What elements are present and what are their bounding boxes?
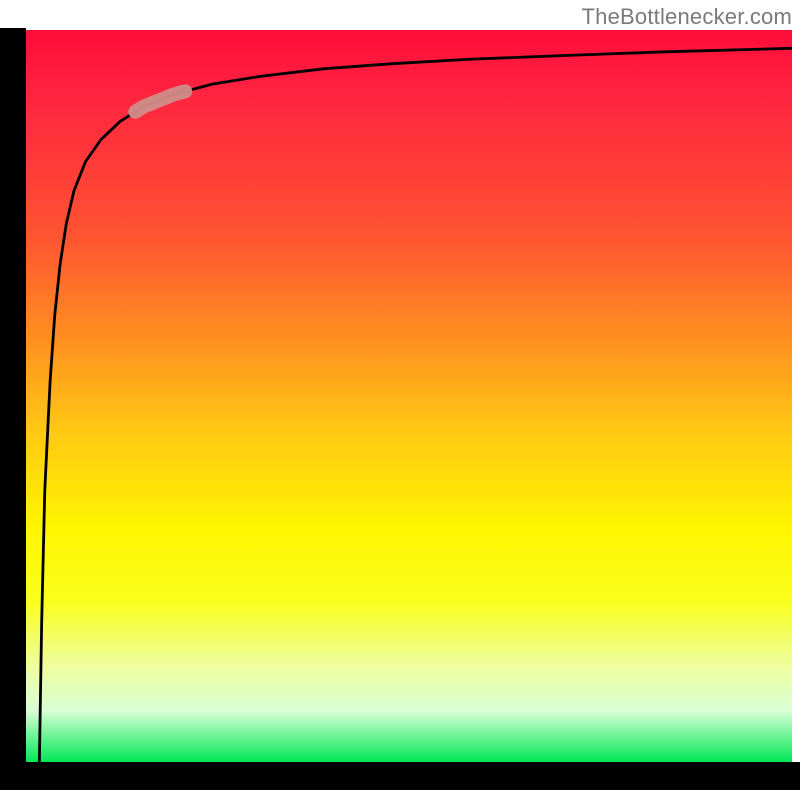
x-axis-bar [0,762,800,790]
y-axis-bar [0,30,26,770]
bottleneck-curve [39,48,792,762]
watermark-text: TheBottlenecker.com [582,4,792,30]
highlight-segment [135,91,185,111]
curve-svg [24,30,792,762]
chart-container: TheBottlenecker.com [0,0,800,800]
